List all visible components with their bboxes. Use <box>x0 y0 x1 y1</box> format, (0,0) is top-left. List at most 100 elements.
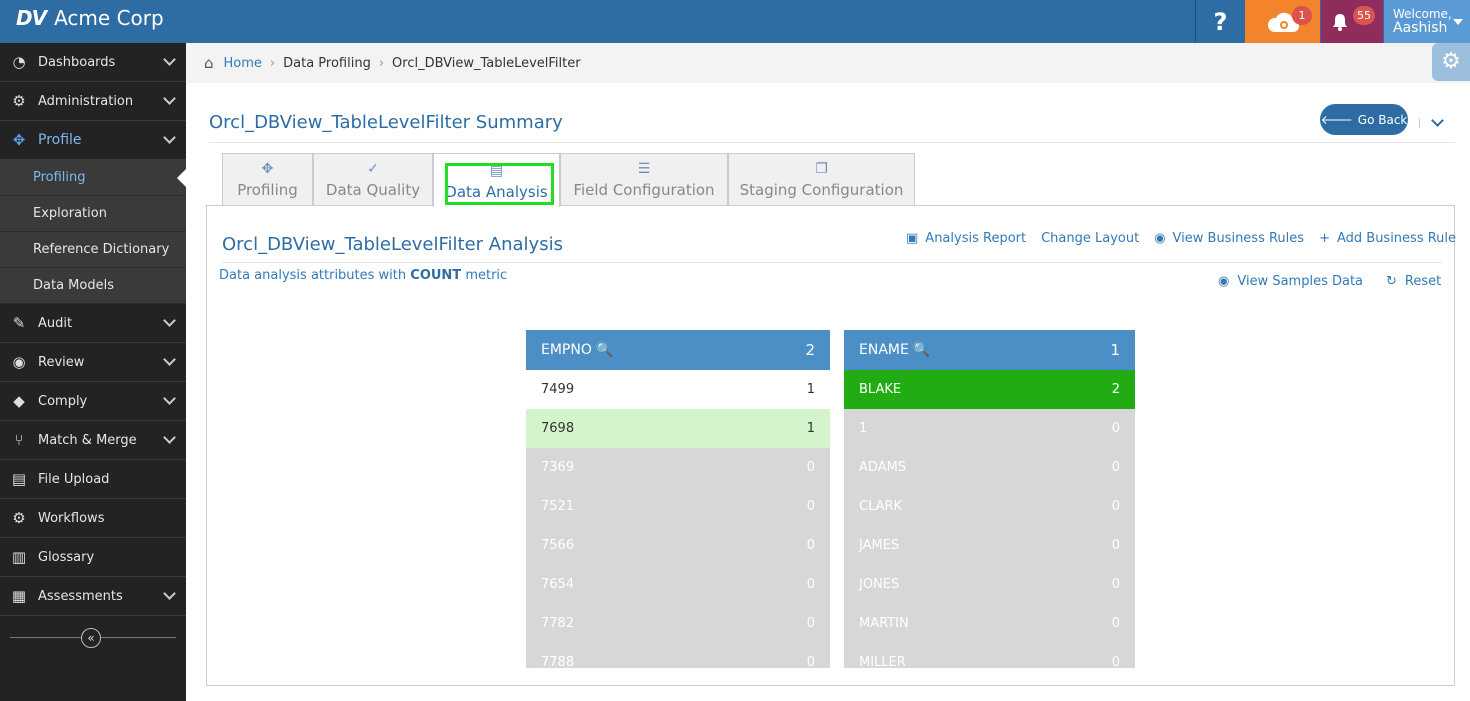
value-label: MARTIN <box>859 616 909 631</box>
value-label: 7698 <box>541 421 575 436</box>
sidebar-subitem-data-models[interactable]: Data Models <box>0 268 186 304</box>
chevron-down-icon <box>163 314 176 327</box>
sidebar-item-label: Review <box>38 354 85 370</box>
sidebar-item-audit[interactable]: ✎ Audit <box>0 304 186 343</box>
value-label: ADAMS <box>859 460 907 475</box>
collapse-sidebar-button[interactable]: « <box>81 628 101 648</box>
sidebar-item-glossary[interactable]: ▥ Glossary <box>0 538 186 577</box>
sidebar-item-label: Audit <box>38 315 73 331</box>
logo-mark: DV <box>16 6 47 30</box>
user-menu[interactable]: Welcome, Aashish <box>1384 0 1470 43</box>
notifications-button[interactable]: 55 <box>1321 0 1383 43</box>
action-label: View Samples Data <box>1237 274 1364 289</box>
cloud-jobs-button[interactable]: 1 <box>1245 0 1320 43</box>
breadcrumb-home[interactable]: Home <box>224 56 262 71</box>
chevron-down-icon <box>163 431 176 444</box>
sidebar-item-comply[interactable]: ◆ Comply <box>0 382 186 421</box>
tab-data-quality[interactable]: ✓ Data Quality <box>313 153 433 205</box>
go-back-button[interactable]: 🡐 Go Back <box>1320 104 1408 135</box>
clipboard-icon: ▦ <box>11 587 27 605</box>
change-layout-link[interactable]: Change Layout <box>1041 231 1139 246</box>
top-bar: DV Acme Corp ? 1 55 Welcome, Aashish <box>0 0 1470 43</box>
chevron-down-icon <box>163 92 176 105</box>
action-label: Reset <box>1404 274 1442 289</box>
sidebar-item-file-upload[interactable]: ▤ File Upload <box>0 460 186 499</box>
divider <box>209 142 1455 143</box>
value-count: 0 <box>806 616 815 631</box>
view-business-rules-link[interactable]: ◉ View Business Rules <box>1154 231 1304 246</box>
value-row[interactable]: CLARK 0 <box>844 487 1135 526</box>
breadcrumb-separator: › <box>269 55 276 71</box>
help-icon: ? <box>1213 7 1228 36</box>
value-row[interactable]: 7698 1 <box>526 409 830 448</box>
tags-icon: ◆ <box>13 392 25 410</box>
value-row[interactable]: 7782 0 <box>526 604 830 643</box>
sidebar-subitem-label: Profiling <box>33 170 86 185</box>
action-label: Analysis Report <box>925 231 1027 246</box>
value-count: 0 <box>806 577 815 592</box>
value-row[interactable]: 7369 0 <box>526 448 830 487</box>
sidebar-item-assessments[interactable]: ▦ Assessments <box>0 577 186 616</box>
tab-bar: ✥ Profiling ✓ Data Quality ▤ Data Analys… <box>222 153 915 207</box>
sidebar-item-dashboards[interactable]: ◔ Dashboards <box>0 43 186 82</box>
reset-link[interactable]: ↻ Reset <box>1386 274 1441 289</box>
file-icon: ▤ <box>11 470 27 488</box>
value-row[interactable]: JAMES 0 <box>844 526 1135 565</box>
search-icon[interactable]: 🔍 <box>913 342 930 358</box>
chevron-down-icon <box>163 587 176 600</box>
value-count: 0 <box>1111 460 1120 475</box>
value-row[interactable]: 7788 0 <box>526 643 830 668</box>
settings-gear-button[interactable]: ⚙ <box>1432 43 1470 81</box>
app-logo[interactable]: DV Acme Corp <box>16 6 164 30</box>
value-row[interactable]: 7654 0 <box>526 565 830 604</box>
sidebar-subitem-profiling[interactable]: Profiling <box>0 160 187 196</box>
value-row[interactable]: 7521 0 <box>526 487 830 526</box>
sidebar-item-workflows[interactable]: ⚙ Workflows <box>0 499 186 538</box>
value-label: 7654 <box>541 577 575 592</box>
add-business-rule-link[interactable]: + Add Business Rule <box>1319 231 1456 246</box>
chevron-down-icon <box>163 392 176 405</box>
value-label: JONES <box>859 577 900 592</box>
sidebar-item-label: Comply <box>38 393 88 409</box>
tab-staging-configuration[interactable]: ❐ Staging Configuration <box>728 153 915 205</box>
value-row[interactable]: 7566 0 <box>526 526 830 565</box>
search-icon[interactable]: 🔍 <box>596 342 613 358</box>
desc-metric: COUNT <box>410 268 462 283</box>
tab-data-analysis[interactable]: ▤ Data Analysis <box>433 153 560 207</box>
bell-icon <box>1333 13 1347 31</box>
collapse-chevron-icon[interactable] <box>1431 114 1444 127</box>
report-icon: ▣ <box>906 231 919 246</box>
value-count: 0 <box>806 499 815 514</box>
sidebar-item-administration[interactable]: ⚙ Administration <box>0 82 186 121</box>
analysis-report-link[interactable]: ▣ Analysis Report <box>906 231 1026 246</box>
sidebar-item-label: Workflows <box>38 510 105 526</box>
home-icon[interactable]: ⌂ <box>204 54 214 72</box>
value-row[interactable]: JONES 0 <box>844 565 1135 604</box>
value-row[interactable]: MARTIN 0 <box>844 604 1135 643</box>
value-count: 0 <box>1111 421 1120 436</box>
value-row[interactable]: 7499 1 <box>526 370 830 409</box>
plus-icon: + <box>1319 231 1330 246</box>
value-row[interactable]: MILLER 0 <box>844 643 1135 668</box>
value-row[interactable]: BLAKE 2 <box>844 370 1135 409</box>
breadcrumb-data-profiling[interactable]: Data Profiling <box>283 56 371 71</box>
column-name: ENAME <box>859 342 909 358</box>
column-count: 1 <box>1110 341 1120 359</box>
tab-field-configuration[interactable]: ☰ Field Configuration <box>560 153 728 205</box>
action-label: Change Layout <box>1041 231 1140 246</box>
sidebar-item-profile[interactable]: ✥ Profile <box>0 121 186 160</box>
help-button[interactable]: ? <box>1195 0 1245 43</box>
view-samples-link[interactable]: ◉ View Samples Data <box>1218 274 1363 289</box>
value-label: BLAKE <box>859 382 902 397</box>
sidebar-subitem-exploration[interactable]: Exploration <box>0 196 186 232</box>
sidebar-subitem-label: Exploration <box>33 206 107 221</box>
eye-icon: ◉ <box>1154 231 1166 246</box>
tab-profiling[interactable]: ✥ Profiling <box>222 153 313 205</box>
value-row[interactable]: ADAMS 0 <box>844 448 1135 487</box>
crosshair-icon: ✥ <box>261 161 274 177</box>
value-count: 0 <box>1111 499 1120 514</box>
sidebar-item-match-merge[interactable]: ⑂ Match & Merge <box>0 421 186 460</box>
sidebar-item-review[interactable]: ◉ Review <box>0 343 186 382</box>
sidebar-subitem-reference-dictionary[interactable]: Reference Dictionary <box>0 232 186 268</box>
value-row[interactable]: 10 <box>844 409 1135 448</box>
